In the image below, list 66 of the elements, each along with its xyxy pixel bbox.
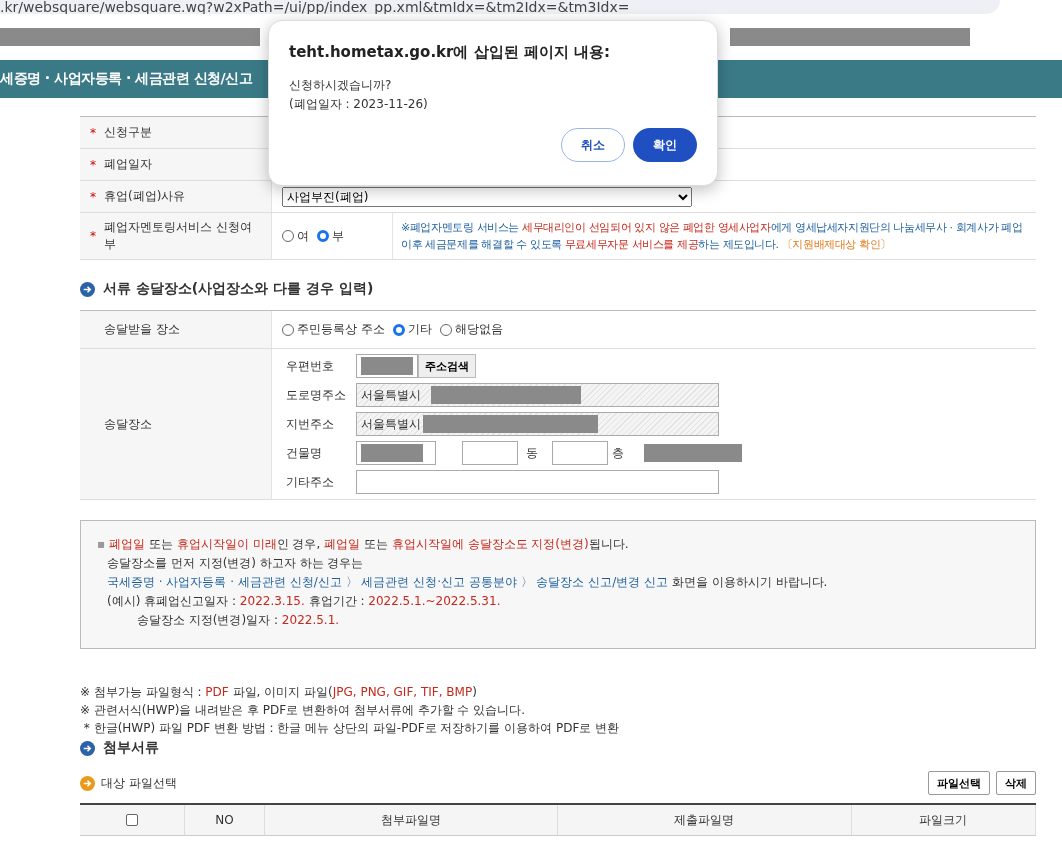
info-text: (예시) 휴폐업신고일자 : 2022.3.15. 휴업기간 : 2022.5.1.~2022.5.31. [106,593,502,610]
address-search-button[interactable]: 주소검색 [418,354,476,378]
radio-label: 부 [332,227,344,245]
section-heading: 서류 송달장소(사업장소와 다를 경우 입력) [103,280,374,298]
confirm-button[interactable]: 확인 [633,128,697,162]
cancel-button[interactable]: 취소 [561,128,625,162]
field-label: 건물명 [286,444,323,462]
radio-button[interactable] [392,323,405,336]
column-header: 첨부파일명 [380,811,441,829]
radio-button[interactable] [317,230,329,242]
info-text: 송달장소 지정(변경)일자 : 2022.5.1. [136,612,341,629]
field-label: 신청구분 [104,124,152,141]
dong-field[interactable] [462,441,518,465]
required-mark: * [90,189,96,204]
field-label: 우편번호 [286,357,335,375]
arrow-circle-icon [80,281,95,297]
column-header: 파일크기 [919,811,968,829]
field-value: 서울특별시 [361,386,421,404]
field-label: 폐업자멘토링서비스 신청여부 [104,219,253,253]
bullet-mark: ▪ [97,536,106,553]
arrow-circle-icon [80,740,95,756]
page-title: 세증명 · 사업자등록 · 세금관련 신청/신고 [0,70,253,88]
required-mark: * [90,125,96,140]
note-text: * 한글(HWP) 파일 PDF 변환 방법 : 한글 메뉴 상단의 파일-PDF로 저장하기를 이용하여 PDF로 변환 [82,720,621,737]
radio-button[interactable] [282,230,294,242]
subsection-label: 대상 파일선택 [101,774,178,792]
postcode-field[interactable] [356,354,418,378]
dialog-detail: (폐업일자 : 2023-11-26) [289,96,429,113]
building-field[interactable] [356,441,436,465]
info-text: 국세증명 · 사업자등록 · 세금관련 신청/신고 〉 세금관련 신청·신고 공통분야 〉 송달장소 신고/변경 신고 화면을 이용하시기 바랍니다. [106,574,829,591]
info-text: 폐업일 또는 휴업시작일이 미래인 경우, 폐업일 또는 휴업시작일에 송달장소도 지정(변경)됩니다. [109,536,629,553]
radio-button[interactable] [282,323,294,336]
extra-address-field[interactable] [356,470,719,494]
select-all-checkbox[interactable] [125,814,138,826]
column-header: 제출파일명 [674,811,735,829]
mentoring-notice: ※폐업자멘토링 서비스는 세무대리인이 선임되어 있지 않은 폐업한 영세사업자에게 영세납세자지원단의 나눔세무사 · 회계사가 폐업 이후 세금문제를 해결할 수 있도록 무료세무자문 서비스를 제공하는 제도입니다. 〔지원배제대상 확인〕 [400,220,1024,253]
radio-button[interactable] [439,323,452,336]
radio-label: 기타 [407,321,432,338]
required-mark: * [90,157,96,172]
file-button[interactable]: 파일선택 [928,771,990,795]
dialog-message: 신청하시겠습니까? [289,77,393,94]
required-mark: * [90,229,96,243]
field-label: 송달장소 [104,415,152,433]
field-label: 층 [612,444,624,462]
column-header: NO [215,813,234,827]
field-label: 도로명주소 [286,386,347,404]
note-text: ※ 첨부가능 파일형식 : PDF 파일, 이미지 파일(JPG, PNG, GIF, TIF, BMP) [80,684,478,701]
floor-field[interactable] [552,441,608,465]
field-label: 지번주소 [286,415,335,433]
dialog-title: teht.hometax.go.kr에 삽입된 페이지 내용: [289,43,612,62]
radio-label: 해당없음 [454,321,503,338]
field-value: 서울특별시 [361,415,421,433]
note-text: ※ 관련서식(HWP)을 내려받은 후 PDF로 변환하여 첨부서류에 추가할 수 있습니다. [80,702,527,719]
field-label: 송달받을 장소 [104,321,180,338]
file-button[interactable]: 삭제 [996,771,1036,795]
field-label: 휴업(폐업)사유 [104,188,186,205]
radio-label: 여 [297,227,309,245]
radio-label: 주민등록상 주소 [297,321,385,338]
info-text: 송달장소를 먼저 지정(변경) 하고자 하는 경우는 [106,555,365,572]
section-heading: 첨부서류 [103,739,159,757]
field-label: 폐업일자 [104,156,152,173]
redacted-block [361,357,413,375]
field-label: 동 [526,444,538,462]
field-label: 기타주소 [286,473,335,491]
reason-select[interactable]: 사업부진(폐업) [282,186,692,207]
redacted-block [361,444,423,462]
